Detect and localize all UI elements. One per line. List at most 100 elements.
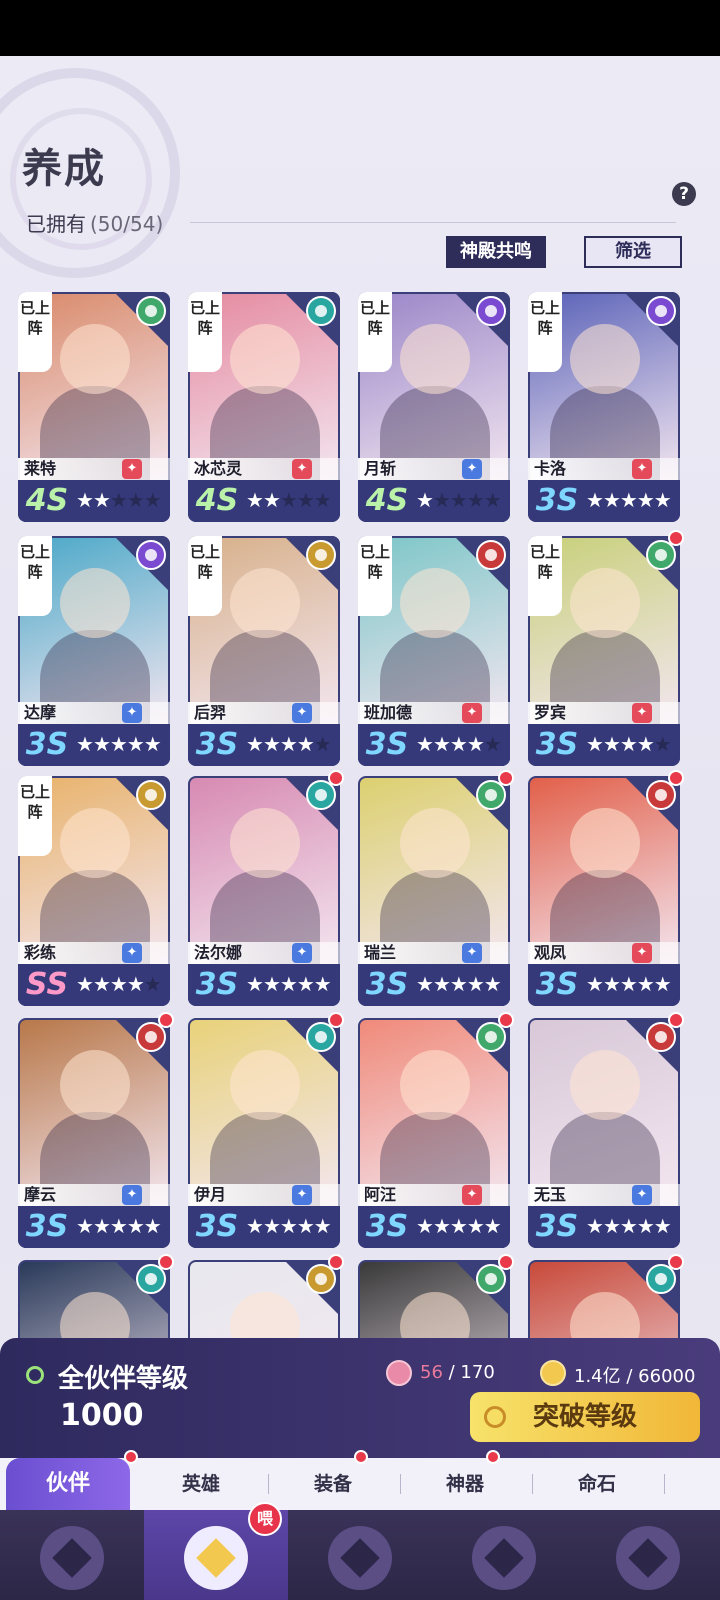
partner-name-bar: 冰芯灵 ✦ (188, 458, 340, 480)
star-filled-icon: ★ (416, 972, 434, 996)
faction-icon (136, 780, 166, 810)
deployed-tag: 已上阵 (188, 292, 222, 372)
nav-home[interactable]: 首页 (0, 1510, 144, 1600)
partner-card[interactable]: 已上阵 月斩 ✦ 4S ★★★★★ (358, 292, 510, 522)
tab-badge (354, 1450, 368, 1464)
partner-grid: 已上阵 莱特 ✦ 4S ★★★★★ 已上阵 冰芯灵 ✦ 4S ★★★★★ 已上阵 月斩 ✦ 4S ★★★★★… (18, 292, 718, 1342)
nav-social[interactable]: 社交 (576, 1510, 720, 1600)
partner-card[interactable] (188, 1260, 340, 1342)
star-filled-icon: ★ (109, 1214, 128, 1238)
star-filled-icon: ★ (449, 972, 468, 996)
partner-rank-bar: 3S ★★★★★ (528, 1206, 680, 1248)
star-rating: ★★★★★ (586, 488, 672, 512)
level-panel: 全伙伴等级 1000 56 / 170 1.4亿 / 66000 突破等级 (0, 1338, 720, 1458)
star-filled-icon: ★ (296, 1214, 315, 1238)
gem-current: 56 (420, 1362, 443, 1383)
partner-card[interactable] (358, 1260, 510, 1342)
nav-bag[interactable]: 背包 (432, 1510, 576, 1600)
star-empty-icon: ★ (126, 488, 145, 512)
role-icon: ✦ (292, 703, 312, 723)
rank-badge: SS (25, 967, 69, 1002)
star-filled-icon: ★ (602, 732, 621, 756)
star-filled-icon: ★ (619, 972, 638, 996)
gem-resource: 56 / 170 (420, 1362, 495, 1383)
star-empty-icon: ★ (109, 488, 128, 512)
tab-divider (664, 1474, 665, 1494)
partner-rank-bar: 4S ★★★★★ (358, 480, 510, 522)
partner-name: 月斩 (364, 459, 397, 478)
partner-card[interactable]: 已上阵 后羿 ✦ 3S ★★★★★ (188, 536, 340, 766)
star-rating: ★★★★★ (76, 1214, 162, 1238)
star-filled-icon: ★ (126, 1214, 145, 1238)
star-rating: ★★★★★ (416, 732, 502, 756)
partner-card[interactable]: 已上阵 罗宾 ✦ 3S ★★★★★ (528, 536, 680, 766)
role-icon: ✦ (122, 1185, 142, 1205)
partner-card[interactable]: 观凤 ✦ 3S ★★★★★ (528, 776, 680, 1006)
star-empty-icon: ★ (483, 732, 502, 756)
partner-card[interactable]: 已上阵 彩练 ✦ SS ★★★★★ (18, 776, 170, 1006)
star-filled-icon: ★ (262, 972, 281, 996)
star-filled-icon: ★ (109, 732, 128, 756)
partner-card[interactable]: 法尔娜 ✦ 3S ★★★★★ (188, 776, 340, 1006)
star-empty-icon: ★ (143, 488, 162, 512)
star-rating: ★★★★★ (246, 972, 332, 996)
partner-name: 无玉 (534, 1185, 567, 1204)
star-rating: ★★★★★ (246, 488, 332, 512)
partner-card[interactable]: 已上阵 卡洛 ✦ 3S ★★★★★ (528, 292, 680, 522)
star-filled-icon: ★ (586, 1214, 604, 1238)
partner-rank-bar: 3S ★★★★★ (188, 964, 340, 1006)
star-empty-icon: ★ (296, 488, 315, 512)
partner-card[interactable]: 已上阵 达摩 ✦ 3S ★★★★★ (18, 536, 170, 766)
star-rating: ★★★★★ (416, 972, 502, 996)
breakthrough-level-button[interactable]: 突破等级 (470, 1392, 700, 1442)
faction-icon (306, 296, 336, 326)
partner-name: 卡洛 (534, 459, 567, 478)
partner-card[interactable]: 已上阵 冰芯灵 ✦ 4S ★★★★★ (188, 292, 340, 522)
star-filled-icon: ★ (76, 488, 94, 512)
nav-lineup[interactable]: 阵容 (288, 1510, 432, 1600)
sub-tab[interactable]: 装备 (266, 1458, 400, 1510)
star-filled-icon: ★ (483, 1214, 502, 1238)
help-icon[interactable]: ? (672, 182, 696, 206)
rank-badge: 3S (365, 1209, 409, 1244)
star-rating: ★★★★★ (246, 1214, 332, 1238)
gold-current: 1.4亿 (574, 1366, 621, 1387)
rank-badge: 4S (365, 483, 409, 518)
sub-tab[interactable]: 英雄 (134, 1458, 268, 1510)
partner-rank-bar: 3S ★★★★★ (358, 724, 510, 766)
star-empty-icon: ★ (143, 972, 162, 996)
star-filled-icon: ★ (262, 488, 281, 512)
star-filled-icon: ★ (143, 1214, 162, 1238)
owned-count: 已拥有 (50/54) (26, 208, 163, 237)
partner-rank-bar: SS ★★★★★ (18, 964, 170, 1006)
nav-notification-badge: 喂 (248, 1502, 282, 1536)
star-filled-icon: ★ (636, 1214, 655, 1238)
role-icon: ✦ (292, 1185, 312, 1205)
title-divider (190, 222, 676, 223)
filter-button[interactable]: 筛选 (584, 236, 682, 268)
partner-card[interactable]: 已上阵 班加德 ✦ 3S ★★★★★ (358, 536, 510, 766)
rank-badge: 3S (535, 727, 579, 762)
star-filled-icon: ★ (313, 972, 332, 996)
partner-card[interactable] (18, 1260, 170, 1342)
sub-tab[interactable]: 伙伴 (6, 1458, 130, 1510)
partner-card[interactable]: 无玉 ✦ 3S ★★★★★ (528, 1018, 680, 1248)
rank-badge: 4S (195, 483, 239, 518)
temple-resonance-button[interactable]: 神殿共鸣 (446, 236, 546, 268)
partner-card[interactable]: 瑞兰 ✦ 3S ★★★★★ (358, 776, 510, 1006)
partner-card[interactable]: 摩云 ✦ 3S ★★★★★ (18, 1018, 170, 1248)
sub-tab[interactable]: 命石 (530, 1458, 664, 1510)
faction-icon (476, 540, 506, 570)
partner-rank-bar: 3S ★★★★★ (18, 724, 170, 766)
gem-icon (386, 1360, 412, 1386)
partner-name-bar: 卡洛 ✦ (528, 458, 680, 480)
rank-badge: 3S (195, 727, 239, 762)
star-rating: ★★★★★ (416, 1214, 502, 1238)
star-filled-icon: ★ (246, 732, 264, 756)
star-filled-icon: ★ (313, 1214, 332, 1238)
partner-card[interactable]: 已上阵 莱特 ✦ 4S ★★★★★ (18, 292, 170, 522)
partner-card[interactable] (528, 1260, 680, 1342)
partner-card[interactable]: 伊月 ✦ 3S ★★★★★ (188, 1018, 340, 1248)
partner-card[interactable]: 阿汪 ✦ 3S ★★★★★ (358, 1018, 510, 1248)
sub-tab[interactable]: 神器 (398, 1458, 532, 1510)
